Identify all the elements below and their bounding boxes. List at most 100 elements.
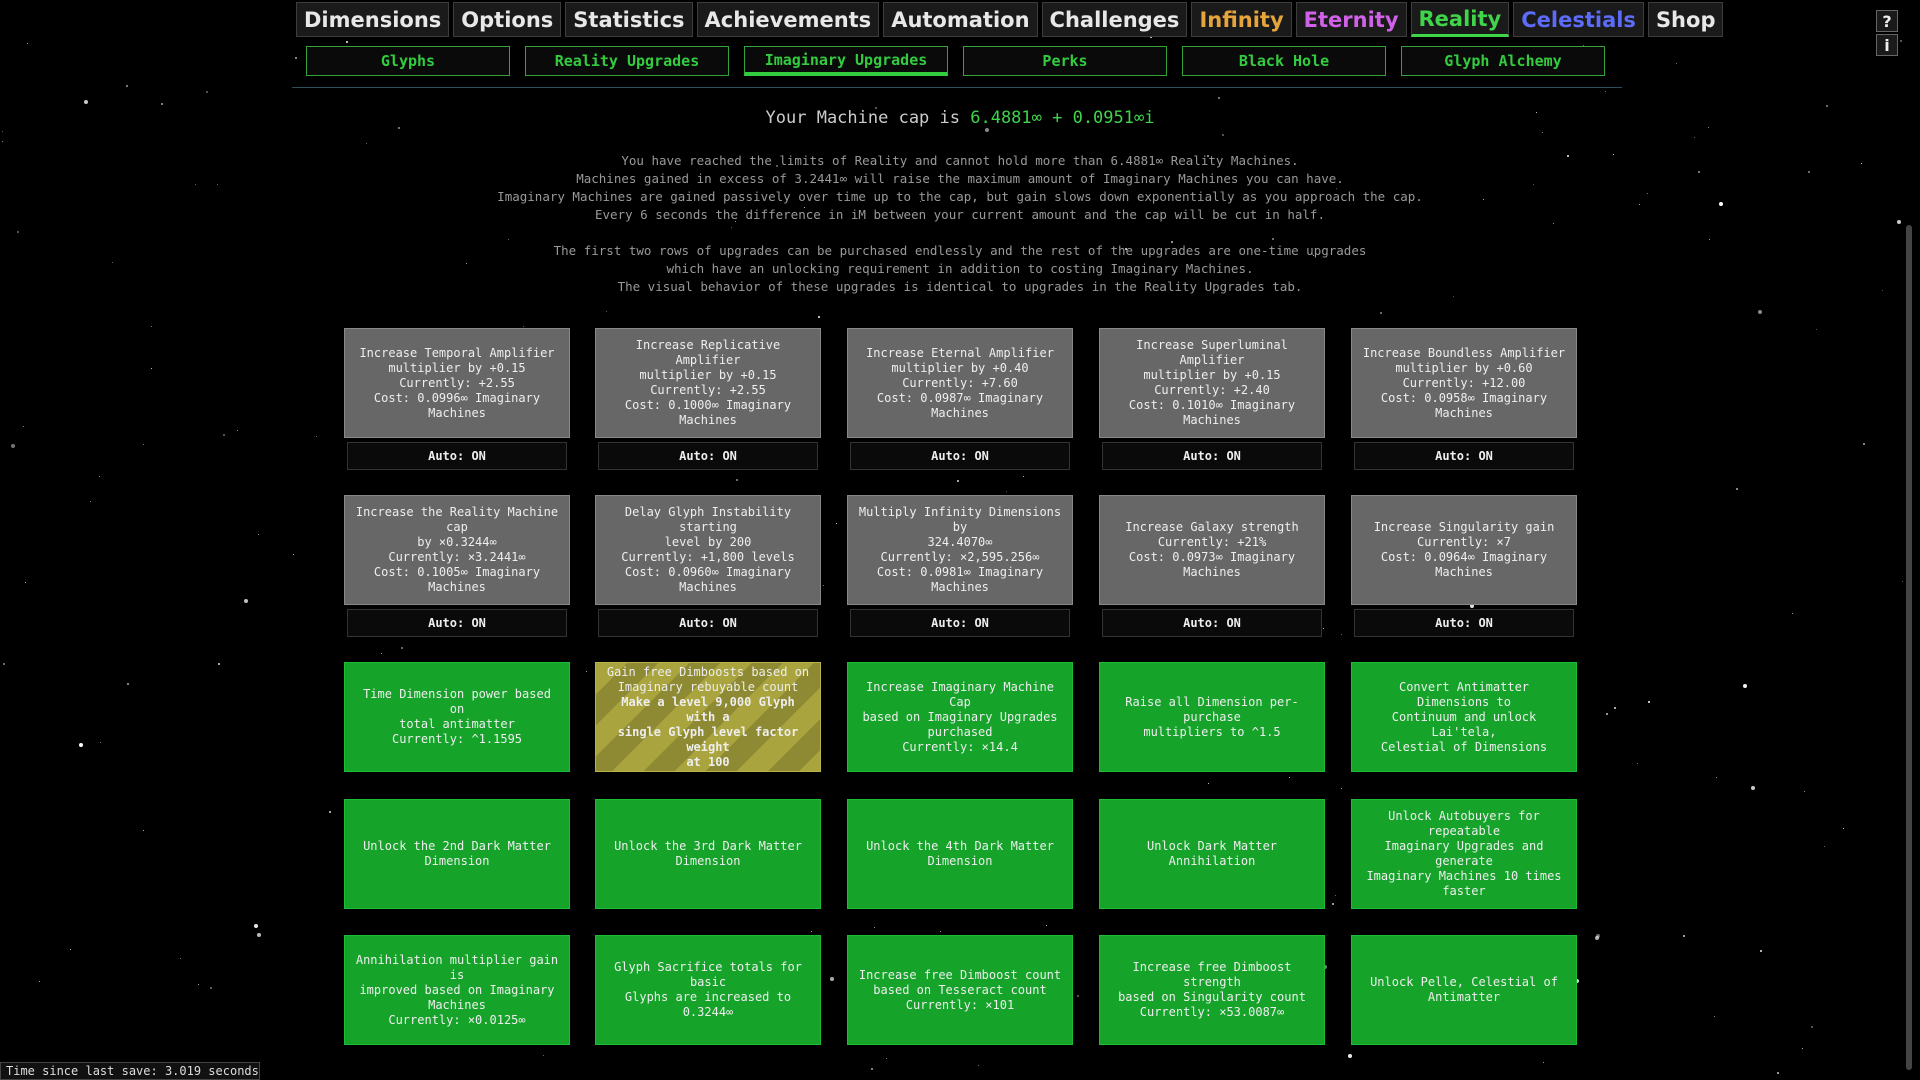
star	[180, 958, 181, 959]
star	[143, 830, 144, 831]
autobuyer-toggle[interactable]: Auto: ON	[1354, 442, 1574, 470]
bought-upgrade[interactable]: Raise all Dimension per-purchase multipli…	[1099, 662, 1325, 772]
upgrade-line: Unlock Pelle, Celestial of	[1370, 975, 1558, 989]
tab-celestials[interactable]: Celestials	[1513, 2, 1644, 37]
rebuyable-upgrade[interactable]: Delay Glyph Instability starting level by…	[595, 495, 821, 605]
upgrade-line: Cost: 0.1000∞ Imaginary Machines	[624, 398, 792, 427]
bought-upgrade[interactable]: Unlock the 3rd Dark Matter Dimension	[595, 799, 821, 909]
upgrade-text: Multiply Infinity Dimensions by 324.4070∞…	[856, 505, 1064, 595]
bought-upgrade[interactable]: Unlock Pelle, Celestial of Antimatter	[1351, 935, 1577, 1045]
tab-achievements[interactable]: Achievements	[696, 2, 880, 37]
star	[127, 683, 129, 685]
tab-challenges[interactable]: Challenges	[1041, 2, 1188, 37]
upgrade-line: Increase Replicative Amplifier	[635, 338, 781, 367]
upgrade-line: Cost: 0.0973∞ Imaginary Machines	[1128, 550, 1296, 579]
autobuyer-toggle[interactable]: Auto: ON	[1354, 609, 1574, 637]
upgrade-line: Imaginary Upgrades and generate	[1384, 839, 1544, 868]
star	[316, 436, 317, 437]
machine-cap-line: Your Machine cap is 6.4881∞ + 0.0951∞i	[0, 108, 1920, 128]
tab-statistics[interactable]: Statistics	[565, 2, 693, 37]
star	[1760, 950, 1762, 952]
bought-upgrade[interactable]: Annihilation multiplier gain is improved …	[344, 935, 570, 1045]
upgrade-line: Increase Galaxy strength	[1125, 520, 1299, 534]
rebuyable-upgrade[interactable]: Increase Superluminal Amplifier multiplie…	[1099, 328, 1325, 438]
bought-upgrade[interactable]: Increase free Dimboost count based on Tes…	[847, 935, 1073, 1045]
subtab-black-hole[interactable]: Black Hole	[1182, 46, 1386, 76]
subtab-reality-upgrades[interactable]: Reality Upgrades	[525, 46, 729, 76]
page-scrollbar[interactable]	[1906, 225, 1912, 1070]
upgrade-line: Currently: ×3.2441∞	[388, 550, 526, 564]
rebuyable-upgrade[interactable]: Increase Boundless Amplifier multiplier b…	[1351, 328, 1577, 438]
upgrade-line: multiplier by +0.40	[891, 360, 1029, 375]
star	[1792, 613, 1793, 614]
rebuyable-upgrade[interactable]: Increase Singularity gain Currently: ×7 Co…	[1351, 495, 1577, 605]
star	[151, 368, 152, 369]
star	[258, 534, 259, 535]
bought-upgrade[interactable]: Unlock Autobuyers for repeatable Imaginar…	[1351, 799, 1577, 909]
bought-upgrade[interactable]: Increase free Dimboost strength based on …	[1099, 935, 1325, 1045]
autobuyer-toggle[interactable]: Auto: ON	[347, 442, 567, 470]
upgrade-line: Cost: 0.1005∞ Imaginary Machines	[373, 565, 541, 594]
autobuyer-toggle[interactable]: Auto: ON	[347, 609, 567, 637]
star	[1758, 310, 1762, 314]
tab-automation[interactable]: Automation	[883, 2, 1038, 37]
upgrade-requirement: Make a level 9,000 Glyph with a	[621, 694, 795, 724]
upgrade-line: multiplier by +0.15	[639, 368, 777, 382]
autobuyer-toggle[interactable]: Auto: ON	[850, 442, 1070, 470]
help-button[interactable]: ?	[1876, 10, 1898, 32]
bought-upgrade[interactable]: Increase Imaginary Machine Cap based on I…	[847, 662, 1073, 772]
tab-infinity[interactable]: Infinity	[1191, 2, 1292, 37]
tab-shop[interactable]: Shop	[1647, 2, 1724, 37]
upgrade-line: based on Singularity count	[1118, 990, 1306, 1004]
subtab-perks[interactable]: Perks	[963, 46, 1167, 76]
rebuyable-upgrade[interactable]: Increase Replicative Amplifier multiplier…	[595, 328, 821, 438]
locked-upgrade[interactable]: Gain free Dimboosts based on Imaginary re…	[595, 662, 821, 772]
upgrade-line: Raise all Dimension per-purchase	[1125, 694, 1299, 724]
star	[836, 523, 837, 524]
tab-options[interactable]: Options	[453, 2, 562, 37]
subtab-glyphs[interactable]: Glyphs	[306, 46, 510, 76]
autobuyer-toggle[interactable]: Auto: ON	[850, 609, 1070, 637]
star	[151, 326, 152, 327]
bought-upgrade[interactable]: Unlock the 4th Dark Matter Dimension	[847, 799, 1073, 909]
autobuyer-toggle[interactable]: Auto: ON	[1102, 442, 1322, 470]
rebuyable-upgrade[interactable]: Increase Temporal Amplifier multiplier by…	[344, 328, 570, 438]
bought-upgrade[interactable]: Convert Antimatter Dimensions to Continuu…	[1351, 662, 1577, 772]
upgrade-line: Currently: ×2,595.256∞	[880, 550, 1040, 564]
tab-dimensions[interactable]: Dimensions	[296, 2, 450, 37]
info-line: Every 6 seconds the difference in iM bet…	[595, 207, 1325, 222]
subtab-imaginary-upgrades[interactable]: Imaginary Upgrades	[744, 46, 948, 76]
autobuyer-toggle[interactable]: Auto: ON	[598, 442, 818, 470]
star	[143, 444, 144, 445]
rebuyable-upgrade[interactable]: Increase Eternal Amplifier multiplier by …	[847, 328, 1073, 438]
rebuyable-upgrade[interactable]: Multiply Infinity Dimensions by 324.4070∞…	[847, 495, 1073, 605]
info-line: Imaginary Machines are gained passively …	[497, 189, 1423, 204]
upgrade-line: Currently: ×101	[905, 997, 1015, 1012]
upgrade-line: Cost: 0.0960∞ Imaginary Machines	[624, 565, 792, 594]
upgrade-line: Cost: 0.0981∞ Imaginary Machines	[876, 565, 1044, 594]
subtab-glyph-alchemy[interactable]: Glyph Alchemy	[1401, 46, 1605, 76]
tab-eternity[interactable]: Eternity	[1295, 2, 1407, 37]
bought-upgrade[interactable]: Unlock Dark Matter Annihilation	[1099, 799, 1325, 909]
reality-subnav: Glyphs Reality Upgrades Imaginary Upgrad…	[292, 46, 1622, 88]
bought-upgrade[interactable]: Time Dimension power based on total antim…	[344, 662, 570, 772]
info-button[interactable]: i	[1876, 34, 1898, 56]
star	[978, 1065, 979, 1066]
bought-upgrade[interactable]: Unlock the 2nd Dark Matter Dimension	[344, 799, 570, 909]
upgrade-line: Dimension	[675, 854, 741, 868]
upgrade-line: Increase Singularity gain	[1373, 520, 1555, 534]
upgrade-line: Celestial of Dimensions	[1380, 739, 1548, 754]
upgrade-text: Unlock the 3rd Dark Matter Dimension	[614, 839, 802, 869]
rebuyable-upgrade[interactable]: Increase Galaxy strength Currently: +21% C…	[1099, 495, 1325, 605]
star	[1802, 1048, 1803, 1049]
upgrade-line: Machines	[428, 997, 486, 1012]
tab-reality[interactable]: Reality	[1410, 2, 1510, 37]
autobuyer-toggle[interactable]: Auto: ON	[1102, 609, 1322, 637]
bought-upgrade[interactable]: Glyph Sacrifice totals for basic Glyphs a…	[595, 935, 821, 1045]
star	[1716, 777, 1717, 778]
autobuyer-toggle[interactable]: Auto: ON	[598, 609, 818, 637]
star	[237, 430, 238, 431]
star	[1843, 828, 1844, 829]
upgrade-line: Unlock the 3rd Dark Matter	[614, 839, 802, 853]
rebuyable-upgrade[interactable]: Increase the Reality Machine cap by ×0.32…	[344, 495, 570, 605]
